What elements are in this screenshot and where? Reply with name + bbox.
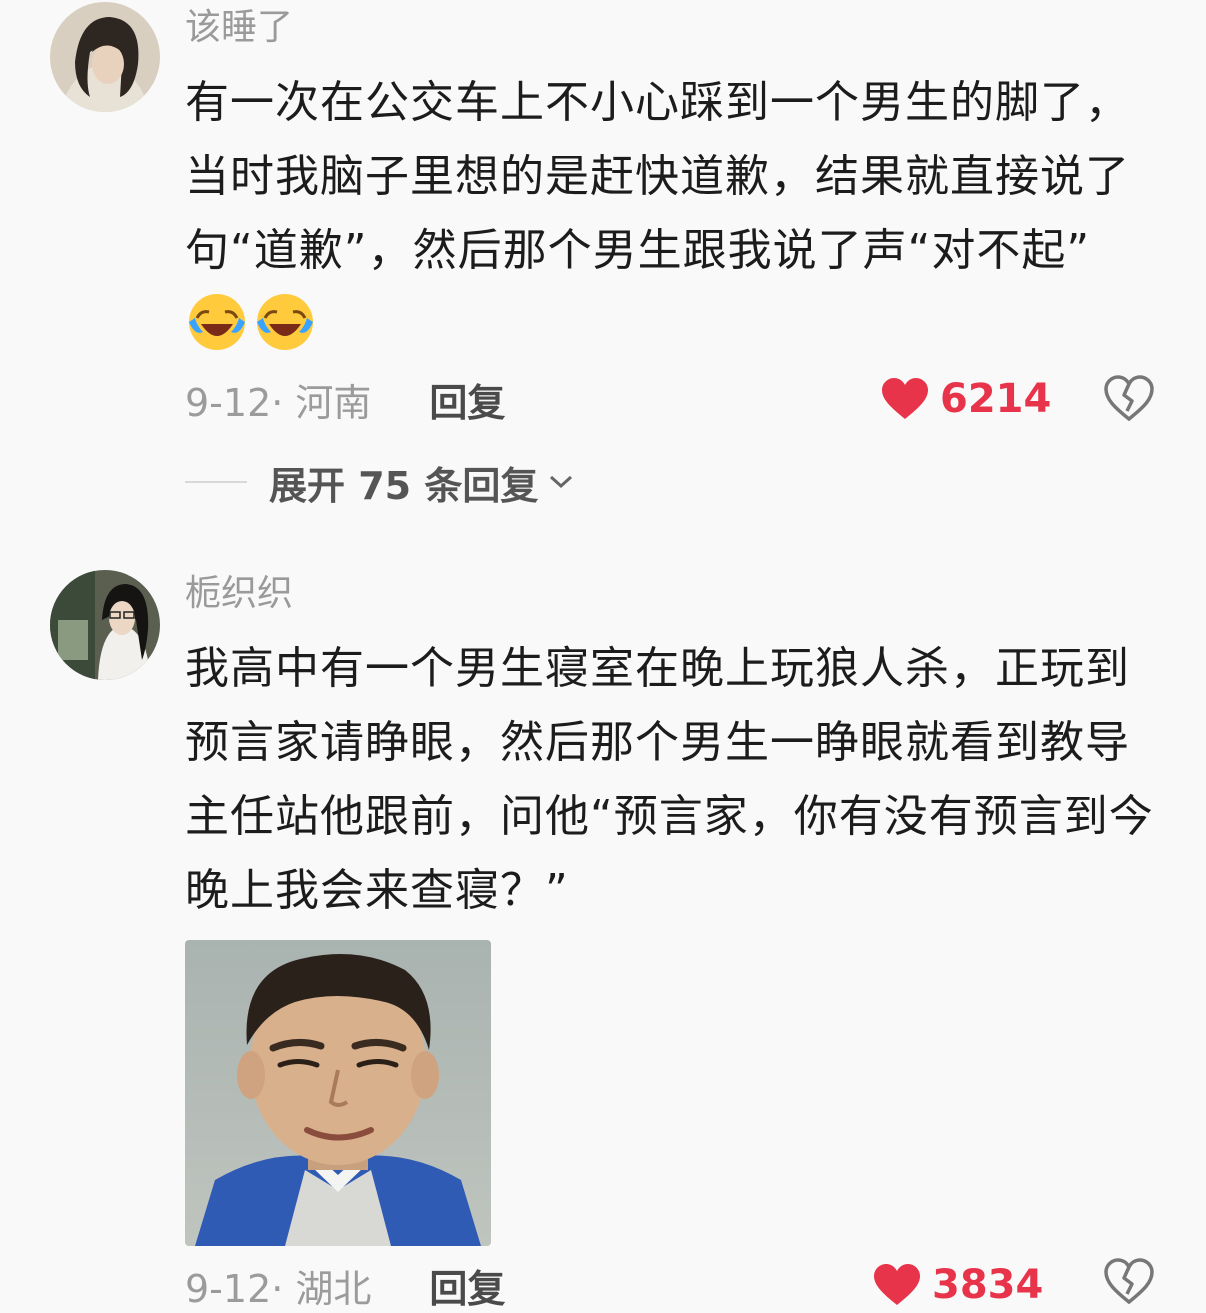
comment-date-location: 9-12· 河南: [185, 380, 372, 425]
username[interactable]: 栀织织: [185, 572, 293, 616]
expand-replies-button[interactable]: 展开 75 条回复: [185, 458, 574, 508]
comment-text: 有一次在公交车上不小心踩到一个男生的脚了， 当时我脑子里想的是赶快道歉，结果就直…: [185, 66, 1165, 288]
comment-date-location: 9-12· 湖北: [185, 1266, 372, 1311]
comment-text-line: 句“道歉”，然后那个男生跟我说了声“对不起”: [185, 225, 1091, 276]
like-count: 6214: [940, 376, 1052, 422]
comment-text-line: 预言家请睁眼，然后那个男生一睁眼就看到教导: [185, 717, 1130, 768]
chevron-down-icon: [550, 475, 573, 489]
dislike-button[interactable]: [1103, 375, 1155, 423]
comment-text: 我高中有一个男生寝室在晚上玩狼人杀，正玩到 预言家请睁眼，然后那个男生一睁眼就看…: [185, 632, 1165, 928]
broken-heart-icon: [1104, 375, 1154, 422]
heart-icon: [874, 1264, 920, 1305]
comment-text-line: 当时我脑子里想的是赶快道歉，结果就直接说了: [185, 151, 1130, 202]
comment-text-line: 主任站他跟前，问他“预言家，你有没有预言到今: [185, 791, 1154, 842]
expand-replies-label: 展开 75 条回复: [269, 463, 539, 508]
like-button[interactable]: 3834: [872, 1260, 1043, 1310]
comment-image[interactable]: [185, 940, 491, 1246]
laughing-crying-emoji-icon: [257, 294, 313, 350]
reply-button[interactable]: 回复: [429, 1258, 505, 1313]
laughing-crying-emoji-icon: [189, 294, 245, 350]
like-count: 3834: [932, 1262, 1044, 1308]
heart-icon: [882, 378, 928, 419]
user-avatar[interactable]: [50, 2, 160, 112]
broken-heart-icon: [1104, 1258, 1154, 1305]
comment-meta: 9-12· 河南 回复: [185, 372, 505, 427]
user-avatar[interactable]: [50, 570, 160, 680]
emoji-row: [187, 292, 315, 352]
comment-text-line: 晚上我会来查寝？”: [185, 865, 569, 916]
divider: [185, 481, 247, 483]
like-button[interactable]: 6214: [880, 374, 1051, 424]
dislike-button[interactable]: [1103, 1258, 1155, 1306]
reply-button[interactable]: 回复: [429, 372, 505, 427]
comment-text-line: 我高中有一个男生寝室在晚上玩狼人杀，正玩到: [185, 643, 1130, 694]
comment-meta: 9-12· 湖北 回复: [185, 1258, 505, 1313]
comment-text-line: 有一次在公交车上不小心踩到一个男生的脚了，: [185, 77, 1130, 128]
username[interactable]: 该睡了: [185, 6, 293, 50]
